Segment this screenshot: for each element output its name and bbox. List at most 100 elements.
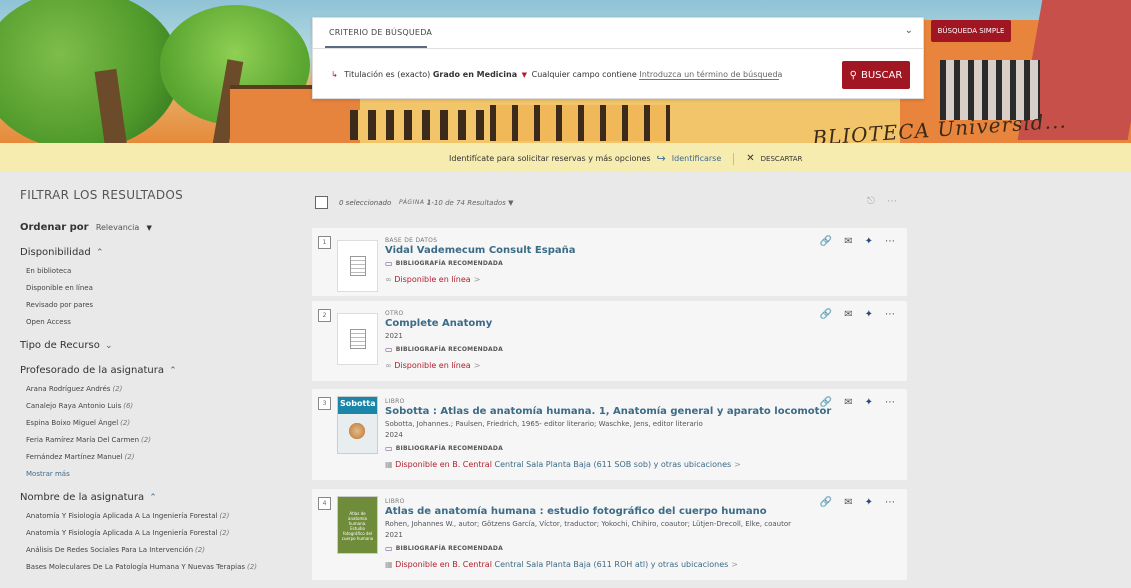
facet-option[interactable]: Arana Rodríguez Andrés (2)	[20, 385, 300, 393]
facet-tipo-recurso[interactable]: Tipo de Recurso ⌄	[20, 340, 300, 351]
chevron-down-icon[interactable]: ⌄	[905, 25, 913, 36]
close-icon[interactable]: ✕	[746, 153, 754, 164]
login-link[interactable]: Identificarse	[672, 154, 722, 163]
result-card[interactable]: 4 Atlas de anatomía humana. Estudio foto…	[312, 489, 907, 580]
result-type: OTRO	[385, 310, 404, 317]
facet-option[interactable]: Fernández Martínez Manuel (2)	[20, 453, 300, 461]
login-icon[interactable]: ↪	[657, 152, 666, 165]
show-more-link[interactable]: Mostrar más	[20, 470, 300, 478]
result-number[interactable]: 2	[318, 309, 331, 322]
more-icon[interactable]: ⋯	[885, 497, 895, 508]
more-icon[interactable]: ⋯	[885, 236, 895, 247]
result-type: LIBRO	[385, 498, 405, 505]
result-card[interactable]: 1 BASE DE DATOS Vidal Vademecum Consult …	[312, 228, 907, 296]
facet-option-label: Arana Rodríguez Andrés	[26, 385, 111, 393]
facet-option[interactable]: En biblioteca	[20, 267, 300, 275]
results-toolbar: 0 seleccionado PÁGINA 1 1-10 de 74 Resul…	[315, 196, 905, 212]
result-title[interactable]: Atlas de anatomía humana : estudio fotog…	[385, 506, 767, 517]
chevron-right-icon: >	[473, 275, 481, 284]
link-icon[interactable]: 🔗	[820, 309, 832, 320]
sort-value[interactable]: Relevancia	[96, 223, 140, 232]
facet-option-label: Canalejo Raya Antonio Luis	[26, 402, 122, 410]
result-type: BASE DE DATOS	[385, 237, 438, 244]
pin-icon[interactable]: ⎋	[867, 196, 875, 207]
result-actions: 🔗 ✉ ✦ ⋯	[820, 497, 895, 508]
facet-option-label: Anatomía Y Fisiología Aplicada A La Inge…	[26, 512, 218, 520]
facet-option[interactable]: Feria Ramírez María Del Carmen (2)	[20, 436, 300, 444]
caret-down-icon[interactable]: ▼	[147, 224, 152, 232]
search-criteria-dropdown[interactable]: CRITERIO DE BÚSQUEDA ⌄	[313, 18, 923, 49]
result-title[interactable]: Vidal Vademecum Consult España	[385, 245, 575, 256]
search-icon: ⚲	[849, 69, 857, 81]
book-cover[interactable]: Sobotta	[337, 396, 378, 454]
pin-icon[interactable]: ✦	[865, 309, 873, 320]
facet-option[interactable]: Bases Moleculares De La Patología Humana…	[20, 563, 300, 571]
email-icon[interactable]: ✉	[844, 397, 852, 408]
link-icon[interactable]: 🔗	[820, 497, 832, 508]
select-all-checkbox[interactable]	[315, 196, 328, 209]
biblio-label: BIBLIOGRAFÍA RECOMENDADA	[395, 545, 503, 552]
pin-icon[interactable]: ✦	[865, 397, 873, 408]
biblio-badge: ▭ BIBLIOGRAFÍA RECOMENDADA	[385, 544, 503, 553]
result-actions: 🔗 ✉ ✦ ⋯	[820, 309, 895, 320]
availability-text: Disponible en B. Central	[395, 560, 492, 569]
facet-option[interactable]: Análisis De Redes Sociales Para La Inter…	[20, 546, 300, 554]
email-icon[interactable]: ✉	[844, 236, 852, 247]
pin-icon[interactable]: ✦	[865, 497, 873, 508]
chevron-up-icon[interactable]: ⌃	[96, 248, 104, 258]
biblio-label: BIBLIOGRAFÍA RECOMENDADA	[395, 346, 503, 353]
book-cover[interactable]: Atlas de anatomía humana. Estudio fotogr…	[337, 496, 378, 554]
availability-link[interactable]: ∞ Disponible en línea >	[385, 361, 480, 370]
results-count-label: 1-10 de 74 Resultados	[427, 199, 506, 207]
result-title[interactable]: Sobotta : Atlas de anatomía humana. 1, A…	[385, 406, 831, 417]
more-icon[interactable]: ⋯	[885, 309, 895, 320]
facet-option[interactable]: Anatomía Y Fisiología Aplicada A La Inge…	[20, 529, 300, 537]
availability-link[interactable]: ∞ Disponible en línea >	[385, 275, 480, 284]
result-title[interactable]: Complete Anatomy	[385, 318, 492, 329]
document-icon	[337, 313, 378, 365]
facet-option[interactable]: Revisado por pares	[20, 301, 300, 309]
results-count[interactable]: 1-10 de 74 Resultados ▼	[427, 199, 513, 207]
facet-option[interactable]: Disponible en línea	[20, 284, 300, 292]
result-number[interactable]: 4	[318, 497, 331, 510]
facet-asignatura[interactable]: Nombre de la asignatura ⌃	[20, 492, 300, 503]
result-card[interactable]: 3 Sobotta LIBRO Sobotta : Atlas de anato…	[312, 389, 907, 480]
link-icon[interactable]: 🔗	[820, 397, 832, 408]
more-icon[interactable]: ⋯	[887, 196, 897, 207]
email-icon[interactable]: ✉	[844, 309, 852, 320]
chevron-down-icon[interactable]: ⌄	[105, 341, 113, 351]
result-number[interactable]: 1	[318, 236, 331, 249]
availability-text: Disponible en línea	[394, 361, 471, 370]
sort-control[interactable]: Ordenar por Relevancia ▼	[20, 222, 300, 233]
caret-down-icon[interactable]: ▼	[508, 199, 513, 207]
more-icon[interactable]: ⋯	[885, 397, 895, 408]
result-year: 2021	[385, 531, 403, 539]
availability-text: Disponible en B. Central	[395, 460, 492, 469]
search-input[interactable]: Introduzca un término de búsqueda	[639, 70, 782, 80]
facet-option[interactable]: Open Access	[20, 318, 300, 326]
chevron-up-icon[interactable]: ⌃	[169, 366, 177, 376]
facet-disponibilidad[interactable]: Disponibilidad ⌃	[20, 247, 300, 258]
facet-profesorado[interactable]: Profesorado de la asignatura ⌃	[20, 365, 300, 376]
facet-option-label: Espina Boixo Miguel Ángel	[26, 419, 119, 427]
search-query-line: ↳ Titulación es (exacto) Grado en Medici…	[331, 70, 782, 80]
email-icon[interactable]: ✉	[844, 497, 852, 508]
availability-link[interactable]: ▦ Disponible en B. Central Central Sala …	[385, 460, 741, 469]
dismiss-button[interactable]: DESCARTAR	[761, 155, 803, 163]
pin-icon[interactable]: ✦	[865, 236, 873, 247]
result-authors: Rohen, Johannes W., autor; Götzens Garcí…	[385, 520, 791, 528]
result-card[interactable]: 2 OTRO Complete Anatomy 2021 ▭ BIBLIOGRAF…	[312, 301, 907, 381]
cover-figure	[348, 421, 366, 441]
result-number[interactable]: 3	[318, 397, 331, 410]
chevron-up-icon[interactable]: ⌃	[149, 493, 157, 503]
facet-option[interactable]: Espina Boixo Miguel Ángel (2)	[20, 419, 300, 427]
facet-option[interactable]: Anatomía Y Fisiología Aplicada A La Inge…	[20, 512, 300, 520]
facet-option[interactable]: Canalejo Raya Antonio Luis (6)	[20, 402, 300, 410]
availability-link[interactable]: ▦ Disponible en B. Central Central Sala …	[385, 560, 738, 569]
link-icon[interactable]: 🔗	[820, 236, 832, 247]
facet-count: (2)	[112, 385, 123, 393]
notice-text: Identifícate para solicitar reservas y m…	[449, 154, 651, 163]
simple-search-button[interactable]: BÚSQUEDA SIMPLE	[931, 20, 1011, 42]
search-button[interactable]: ⚲ BUSCAR	[842, 61, 910, 89]
biblio-badge: ▭ BIBLIOGRAFÍA RECOMENDADA	[385, 259, 503, 268]
